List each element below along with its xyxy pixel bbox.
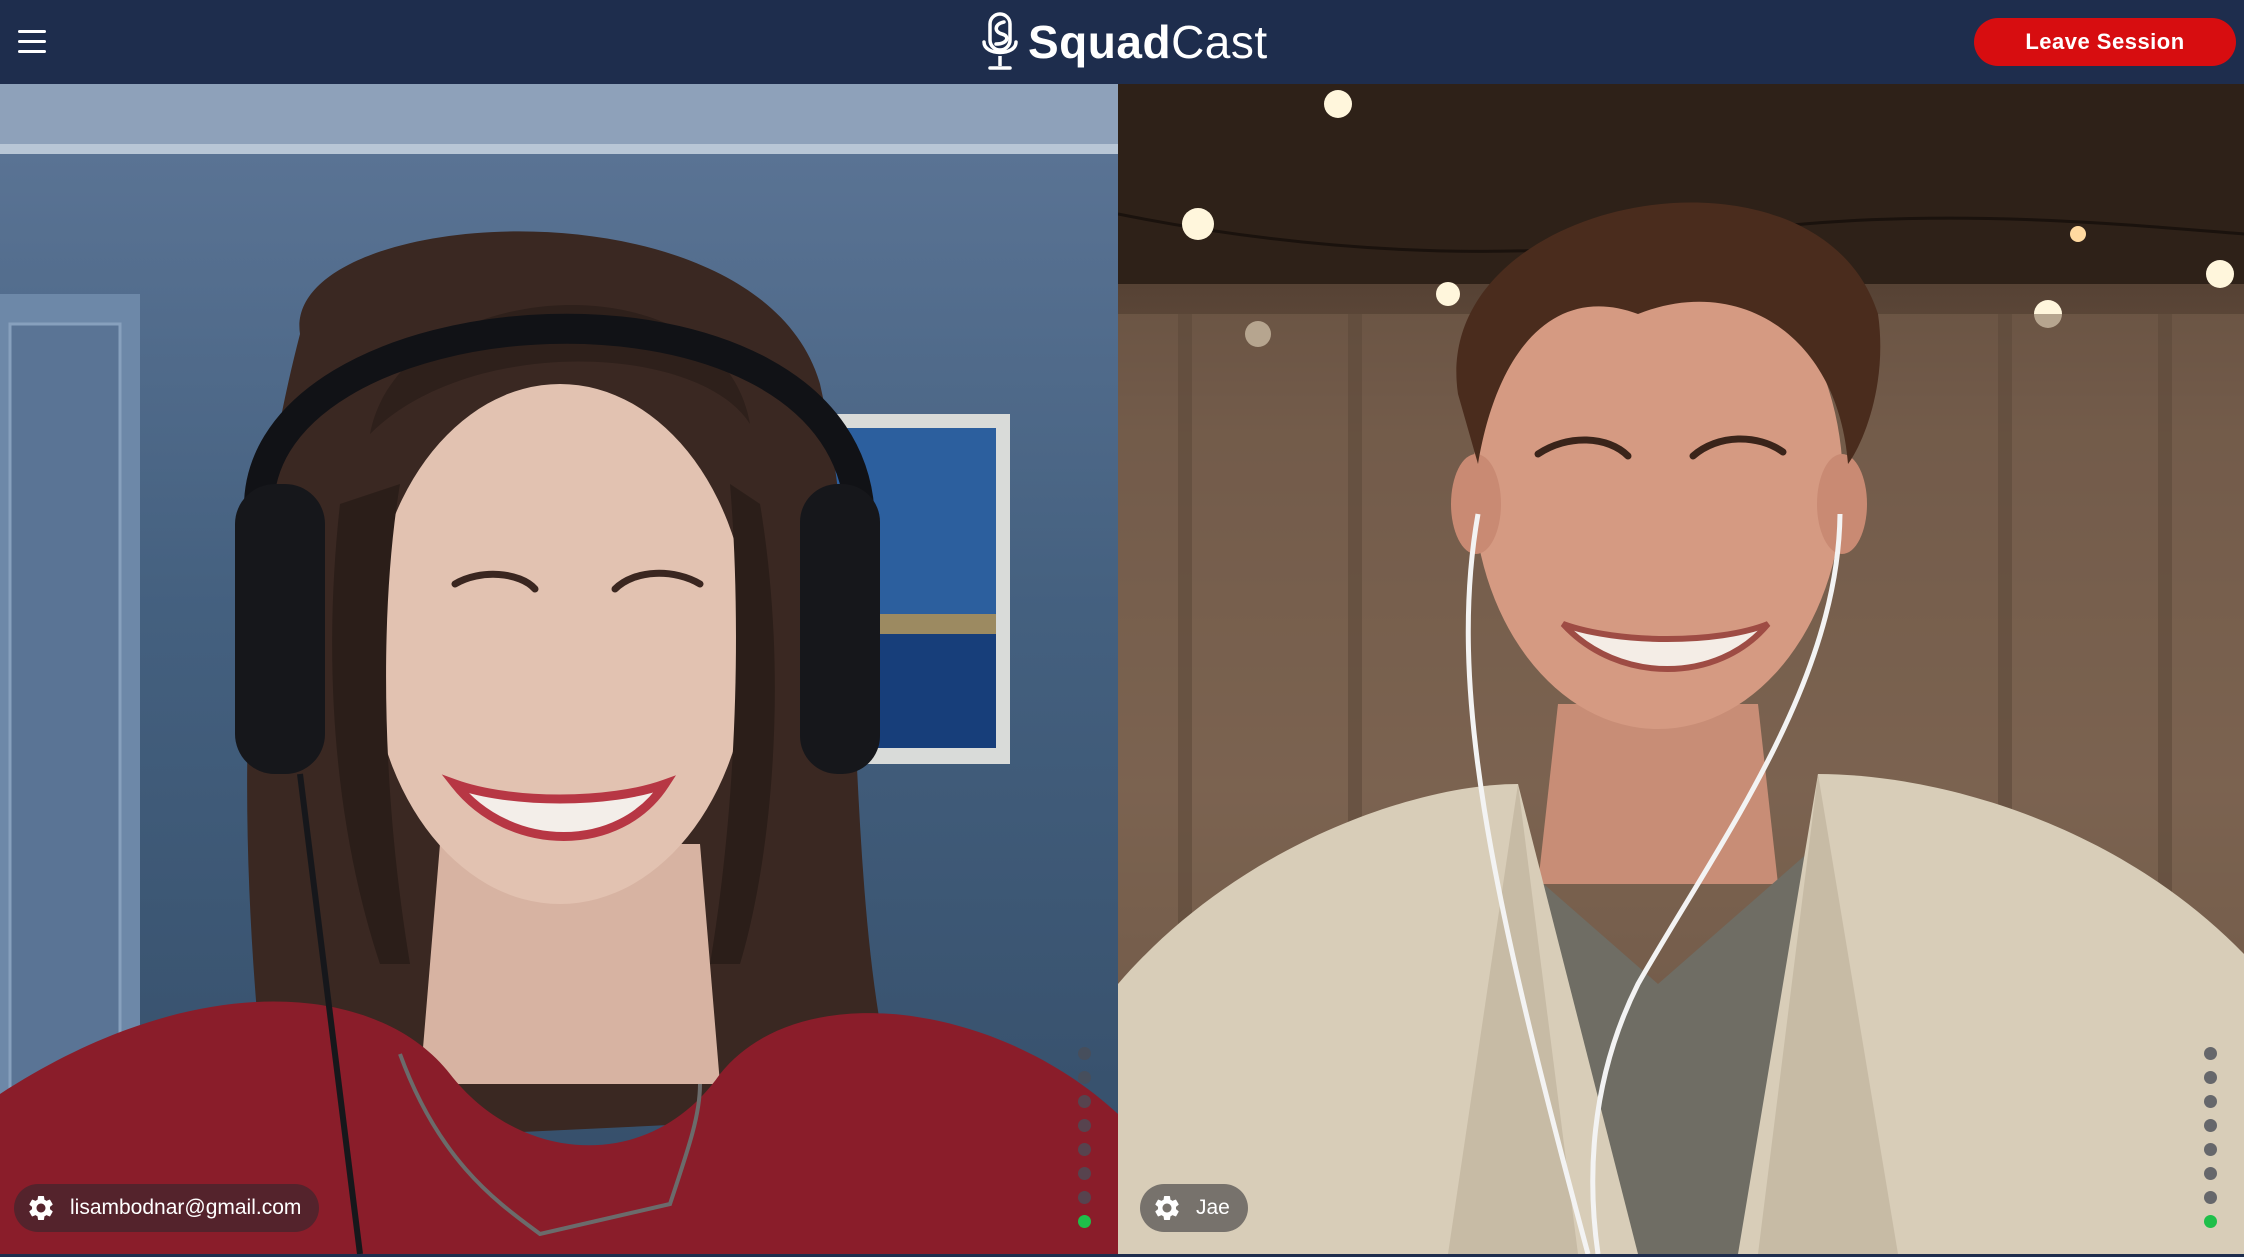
gear-icon[interactable] <box>1152 1193 1182 1223</box>
participant-name: Jae <box>1196 1196 1230 1219</box>
level-dot <box>1078 1071 1091 1084</box>
video-feed <box>1118 84 2244 1254</box>
audio-level-meter <box>1078 1036 1092 1228</box>
video-tile-lisambodnar: lisambodnar@gmail.com <box>0 84 1118 1254</box>
participant-name: lisambodnar@gmail.com <box>70 1196 302 1219</box>
brand-logo: SquadCast <box>980 8 1268 76</box>
top-bar: SquadCast Leave Session <box>0 0 2244 84</box>
level-dot-active <box>1078 1215 1091 1228</box>
brand-name-bold: Squad <box>1028 16 1172 68</box>
level-dot <box>2204 1143 2217 1156</box>
level-dot-active <box>2204 1215 2217 1228</box>
level-dot <box>1078 1119 1091 1132</box>
level-dot <box>1078 1167 1091 1180</box>
level-dot <box>1078 1191 1091 1204</box>
participant-name-tag: Jae <box>1140 1184 1248 1232</box>
brand-name-light: Cast <box>1171 16 1268 68</box>
gear-icon[interactable] <box>26 1193 56 1223</box>
microphone-logo-icon <box>982 12 1018 70</box>
level-dot <box>1078 1095 1091 1108</box>
video-feed <box>0 84 1118 1254</box>
audio-level-meter <box>2204 1036 2218 1228</box>
level-dot <box>2204 1095 2217 1108</box>
level-dot <box>2204 1191 2217 1204</box>
level-dot <box>2204 1167 2217 1180</box>
level-dot <box>1078 1143 1091 1156</box>
hamburger-menu-icon[interactable] <box>14 26 50 58</box>
level-dot <box>2204 1119 2217 1132</box>
level-dot <box>2204 1047 2217 1060</box>
level-dot <box>2204 1071 2217 1084</box>
video-tile-jae: Jae <box>1118 84 2244 1254</box>
leave-session-button[interactable]: Leave Session <box>1974 18 2236 66</box>
level-dot <box>1078 1047 1091 1060</box>
participant-name-tag: lisambodnar@gmail.com <box>14 1184 320 1232</box>
brand-name: SquadCast <box>1028 15 1268 69</box>
